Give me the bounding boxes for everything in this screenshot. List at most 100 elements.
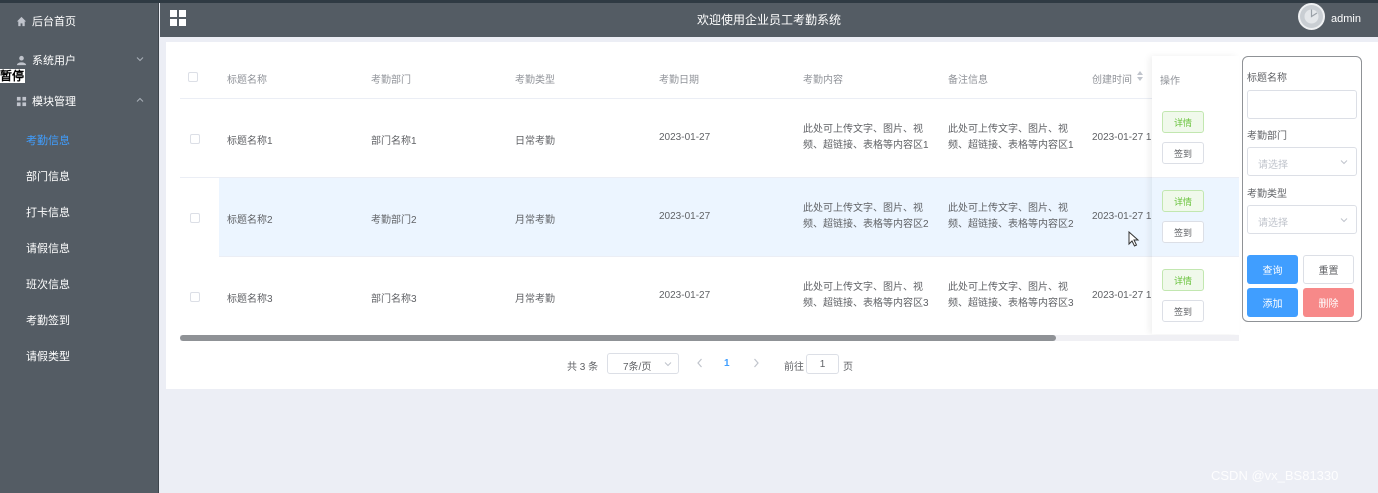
column-header: 创建时间: [1092, 75, 1132, 86]
sign-in-button[interactable]: 签到: [1162, 300, 1204, 322]
detail-button[interactable]: 详情: [1162, 190, 1204, 212]
chevron-down-icon: [135, 54, 145, 64]
select-all-checkbox[interactable]: [188, 72, 198, 82]
username[interactable]: admin: [1331, 13, 1361, 25]
column-header: 备注信息: [948, 75, 988, 86]
add-button[interactable]: 添加: [1247, 288, 1298, 317]
sidebar-item-home[interactable]: 后台首页: [0, 3, 159, 39]
page-size-select[interactable]: 7条/页: [607, 353, 679, 374]
column-header: 考勤类型: [515, 75, 555, 86]
title-search-input[interactable]: [1247, 90, 1357, 119]
dept-placeholder: 请选择: [1258, 160, 1288, 171]
search-panel: 标题名称 考勤部门 请选择 考勤类型 请选择 查询 重置 添加 删除: [1242, 56, 1362, 322]
detail-button[interactable]: 详情: [1162, 269, 1204, 291]
cell-created: 2023-01-27 1: [1092, 132, 1152, 143]
chevron-down-icon: [1340, 158, 1348, 166]
column-header: 操作: [1160, 76, 1180, 87]
sidebar-item-attendance-info[interactable]: 考勤信息: [0, 122, 159, 158]
type-select[interactable]: 请选择: [1247, 205, 1357, 234]
title-label: 标题名称: [1247, 73, 1287, 84]
mouse-cursor-icon: [1128, 231, 1140, 247]
column-header: 考勤部门: [371, 75, 411, 86]
cell-dept: 部门名称1: [371, 136, 417, 147]
row-checkbox[interactable]: [190, 213, 200, 223]
sidebar-item-leave-type[interactable]: 请假类型: [0, 338, 159, 374]
data-table: 标题名称 考勤部门 考勤类型 考勤日期 考勤内容 备注信息 创建时间 标题名称1…: [180, 56, 1239, 341]
page-size-value: 7条/页: [623, 362, 652, 373]
reset-button[interactable]: 重置: [1303, 255, 1354, 284]
sidebar-item-clockin-info[interactable]: 打卡信息: [0, 194, 159, 230]
cell-date: 2023-01-27: [659, 211, 711, 222]
chevron-down-icon: [1340, 216, 1348, 224]
detail-button[interactable]: 详情: [1162, 111, 1204, 133]
dept-label: 考勤部门: [1247, 131, 1287, 142]
cell-created: 2023-01-27 1: [1092, 211, 1152, 222]
cell-remark: 此处可上传文字、图片、视 频、超链接、表格等内容区3: [948, 282, 1074, 309]
page-title: 欢迎使用企业员工考勤系统: [696, 13, 841, 27]
table-row[interactable]: 标题名称1 部门名称1 日常考勤 2023-01-27 此处可上传文字、图片、视…: [180, 99, 1239, 178]
pager-total: 共 3 条: [567, 362, 599, 373]
delete-button[interactable]: 删除: [1303, 288, 1354, 317]
cell-title: 标题名称3: [227, 294, 273, 305]
operations-cell: 详情 签到: [1152, 99, 1239, 178]
avatar[interactable]: [1298, 3, 1325, 30]
cell-remark: 此处可上传文字、图片、视 频、超链接、表格等内容区1: [948, 124, 1074, 151]
operations-column: 操作 详情 签到 详情 签到 详情 签到: [1152, 56, 1239, 336]
goto-page-input[interactable]: 1: [806, 354, 839, 374]
table-header: 标题名称 考勤部门 考勤类型 考勤日期 考勤内容 备注信息 创建时间: [180, 56, 1239, 99]
cell-type: 日常考勤: [515, 136, 555, 147]
operations-cell: 详情 签到: [1152, 178, 1239, 257]
chevron-up-icon: [135, 95, 145, 105]
cell-content: 此处可上传文字、图片、视 频、超链接、表格等内容区3: [803, 282, 929, 309]
cell-created: 2023-01-27 1: [1092, 290, 1152, 301]
sidebar-item-attendance-signin[interactable]: 考勤签到: [0, 302, 159, 338]
sign-in-button[interactable]: 签到: [1162, 142, 1204, 164]
user-icon: [15, 54, 27, 66]
sidebar-item-leave-info[interactable]: 请假信息: [0, 230, 159, 266]
cell-content: 此处可上传文字、图片、视 频、超链接、表格等内容区1: [803, 124, 929, 151]
column-header: 考勤内容: [803, 75, 843, 86]
sidebar-item-label: 后台首页: [32, 16, 76, 28]
query-button[interactable]: 查询: [1247, 255, 1298, 284]
sign-in-button[interactable]: 签到: [1162, 221, 1204, 243]
page-number[interactable]: 1: [724, 358, 730, 369]
column-header: 考勤日期: [659, 75, 699, 86]
cell-date: 2023-01-27: [659, 290, 711, 301]
sidebar-item-department-info[interactable]: 部门信息: [0, 158, 159, 194]
cell-dept: 考勤部门2: [371, 215, 417, 226]
chevron-down-icon: [664, 360, 672, 368]
sidebar-item-label: 系统用户: [32, 55, 76, 67]
watermark: CSDN @vx_BS81330: [1211, 468, 1339, 483]
cell-dept: 部门名称3: [371, 294, 417, 305]
horizontal-scrollbar-thumb[interactable]: [180, 335, 1056, 341]
sidebar-item-shift-info[interactable]: 班次信息: [0, 266, 159, 302]
row-checkbox[interactable]: [190, 292, 200, 302]
cell-type: 月常考勤: [515, 215, 555, 226]
sort-icon[interactable]: [1137, 71, 1143, 81]
header: 欢迎使用企业员工考勤系统 admin: [160, 3, 1378, 37]
goto-label: 前往: [784, 362, 804, 373]
sidebar: 后台首页 系统用户 模块管理 考勤信息 部门信息 打卡信息 请假信息 班次信息 …: [0, 3, 159, 493]
column-header: 标题名称: [227, 75, 267, 86]
next-page-icon[interactable]: [750, 356, 762, 370]
cell-remark: 此处可上传文字、图片、视 频、超链接、表格等内容区2: [948, 203, 1074, 230]
sidebar-item-modules[interactable]: 模块管理: [0, 83, 159, 119]
type-label: 考勤类型: [1247, 189, 1287, 200]
cell-content: 此处可上传文字、图片、视 频、超链接、表格等内容区2: [803, 203, 929, 230]
page-label: 页: [843, 362, 853, 373]
sidebar-item-label: 模块管理: [32, 96, 76, 108]
table-row[interactable]: 标题名称3 部门名称3 月常考勤 2023-01-27 此处可上传文字、图片、视…: [180, 257, 1239, 336]
home-icon: [15, 15, 27, 27]
table-row[interactable]: 标题名称2 考勤部门2 月常考勤 2023-01-27 此处可上传文字、图片、视…: [180, 178, 1239, 257]
cell-title: 标题名称2: [227, 215, 273, 226]
cell-title: 标题名称1: [227, 136, 273, 147]
pause-overlay-text: 暂停: [0, 69, 26, 83]
dept-select[interactable]: 请选择: [1247, 147, 1357, 176]
prev-page-icon[interactable]: [694, 356, 706, 370]
cell-type: 月常考勤: [515, 294, 555, 305]
grid-icon: [15, 95, 27, 107]
row-checkbox[interactable]: [190, 134, 200, 144]
type-placeholder: 请选择: [1258, 218, 1288, 229]
operations-cell: 详情 签到: [1152, 257, 1239, 336]
cell-date: 2023-01-27: [659, 132, 711, 143]
